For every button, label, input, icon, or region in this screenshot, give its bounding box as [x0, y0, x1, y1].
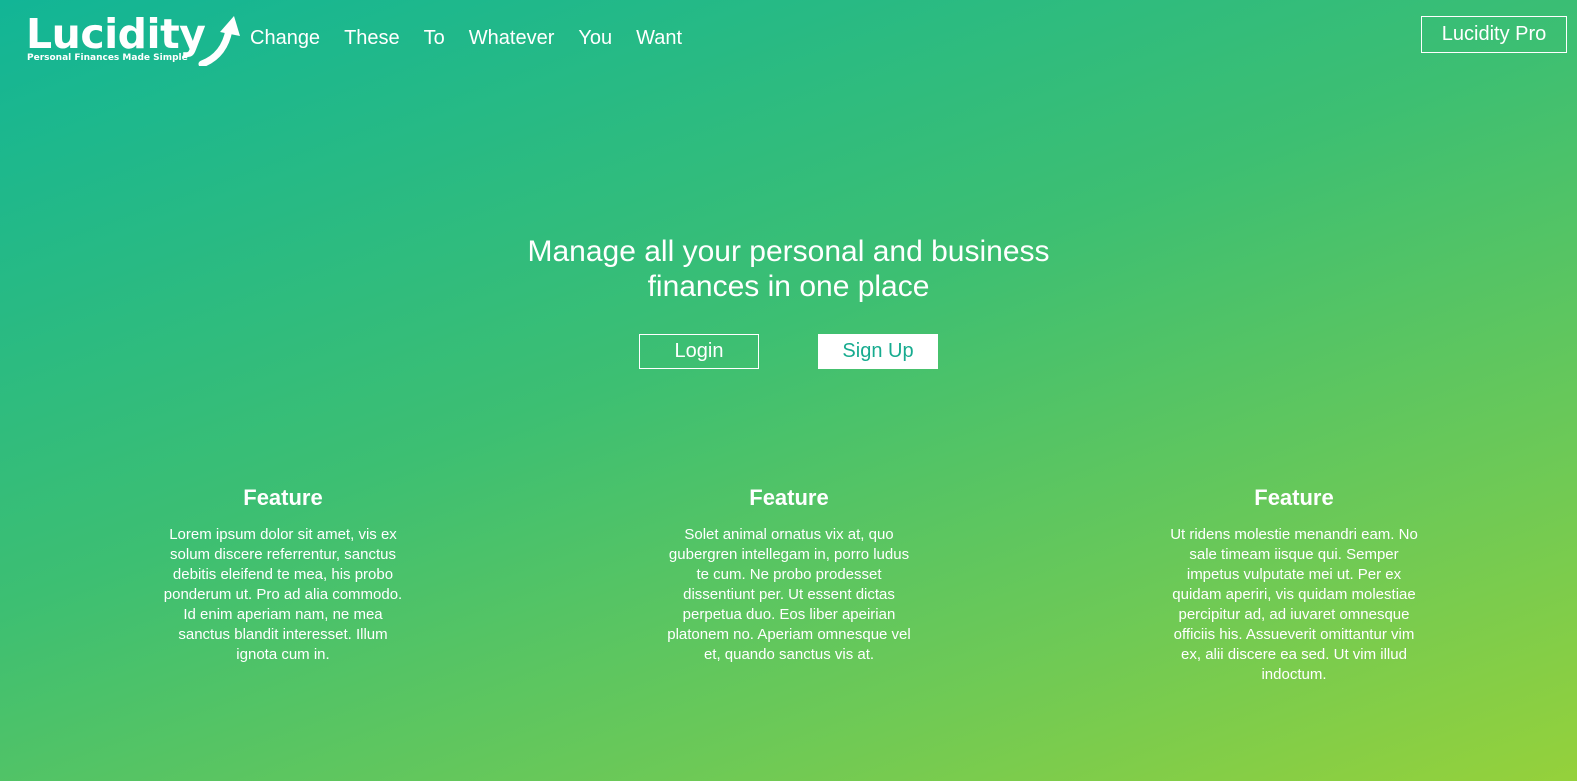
feature-card-3: Feature Ut ridens molestie menandri eam.… [1169, 484, 1419, 685]
hero-section: Manage all your personal and business fi… [0, 234, 1577, 369]
nav-item: Whatever [469, 26, 555, 50]
nav-links: Change These To Whatever You Want [250, 26, 682, 50]
logo-tagline: Personal Finances Made Simple [27, 53, 188, 63]
navbar: Lucidity Personal Finances Made Simple C… [0, 0, 1577, 76]
feature-description: Lorem ipsum dolor sit amet, vis ex solum… [163, 526, 403, 663]
nav-link-want[interactable]: Want [636, 27, 682, 49]
feature-title: Feature [1254, 485, 1334, 510]
nav-item: You [578, 26, 612, 50]
nav-item: To [424, 26, 445, 50]
feature-description: Solet animal ornatus vix at, quo gubergr… [667, 526, 911, 663]
sign-up-button[interactable]: Sign Up [818, 334, 938, 369]
logo[interactable]: Lucidity Personal Finances Made Simple [26, 10, 240, 66]
nav-link-whatever[interactable]: Whatever [469, 27, 555, 49]
nav-link-these[interactable]: These [344, 27, 400, 49]
feature-title: Feature [749, 485, 829, 510]
nav-link-you[interactable]: You [578, 27, 612, 49]
nav-item: Want [636, 26, 682, 50]
upward-arrow-icon [198, 16, 240, 66]
nav-link-change[interactable]: Change [250, 27, 320, 49]
hero-title: Manage all your personal and business fi… [527, 235, 1050, 303]
feature-card-2: Feature Solet animal ornatus vix at, quo… [664, 484, 914, 665]
feature-card-1: Feature Lorem ipsum dolor sit amet, vis … [158, 484, 408, 665]
lucidity-pro-button[interactable]: Lucidity Pro [1421, 16, 1567, 53]
nav-item: These [344, 26, 400, 50]
login-button[interactable]: Login [639, 334, 759, 369]
feature-title: Feature [243, 485, 323, 510]
nav-item: Change [250, 26, 320, 50]
nav-link-to[interactable]: To [424, 27, 445, 49]
logo-wordmark: Lucidity [26, 10, 206, 58]
feature-description: Ut ridens molestie menandri eam. No sale… [1170, 526, 1418, 683]
